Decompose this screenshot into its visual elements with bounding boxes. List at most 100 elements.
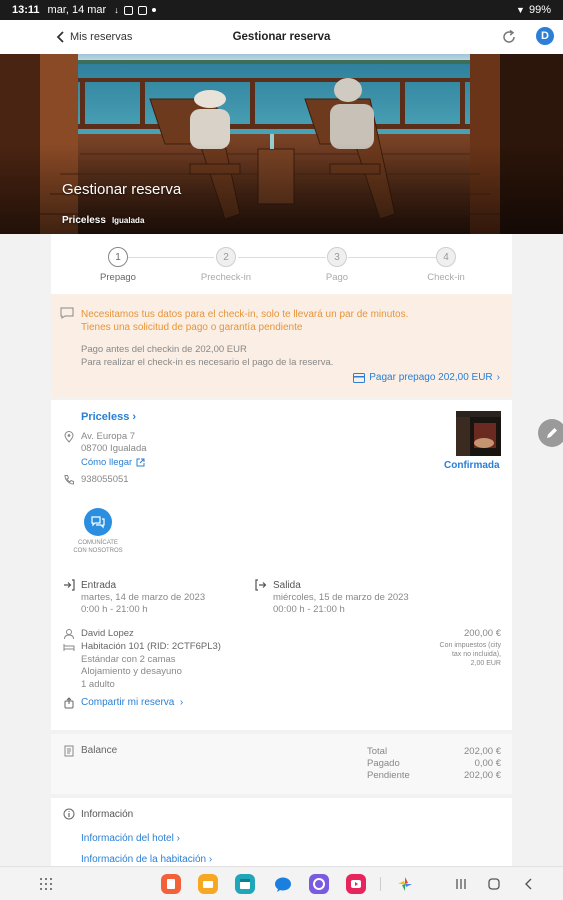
step-checkin[interactable]: 4 Check-in [406, 247, 486, 283]
directions-label: Cómo llegar [81, 457, 133, 468]
folder-app-icon[interactable] [198, 874, 218, 894]
notes-app-icon[interactable] [161, 874, 181, 894]
step-precheckin[interactable]: 2 Precheck-in [186, 247, 266, 283]
hotel-address: Av. Europa 7 08700 Igualada [81, 431, 147, 455]
tax-line: tax no incluida), [451, 651, 501, 658]
hero-photo [0, 54, 563, 234]
video-app-icon[interactable] [346, 874, 366, 894]
checkin-date: martes, 14 de marzo de 2023 [81, 592, 206, 603]
receipt-icon [64, 745, 74, 757]
tax-line: 2,00 EUR [470, 660, 501, 667]
step-number: 2 [216, 247, 236, 267]
address-line: 08700 Igualada [81, 443, 147, 454]
status-date: mar, 14 mar [47, 4, 107, 16]
occupancy: 1 adulto [81, 679, 115, 691]
balance-paid-row: Pagado 0,00 € [367, 758, 501, 769]
guest-name: David Lopez [81, 628, 134, 639]
step-pago[interactable]: 3 Pago [297, 247, 377, 283]
hotel-thumbnail [456, 411, 501, 456]
share-icon [64, 697, 74, 709]
calendar-app-icon[interactable] [235, 874, 255, 894]
hero-title: Gestionar reserva [62, 181, 182, 198]
board-type: Alojamiento y desayuno [81, 666, 182, 678]
paid-value: 0,00 € [474, 758, 501, 769]
pay-prepayment-link[interactable]: Pagar prepago 202,00 EUR › [353, 372, 500, 383]
battery-level: 99% [528, 4, 551, 16]
back-nav-icon[interactable] [522, 877, 536, 891]
step-label: Precheck-in [200, 272, 252, 283]
booking-stepper: 1 Prepago 2 Precheck-in 3 Pago 4 Check-i… [51, 234, 512, 294]
external-link-icon [136, 458, 145, 467]
booking-status: Confirmada [444, 460, 500, 471]
contact-label-line: CON NOSOTROS [73, 548, 123, 554]
hotel-photo [456, 411, 501, 456]
hotel-name-link[interactable]: Priceless › [81, 411, 136, 423]
info-icon [63, 808, 75, 820]
notice-info-line: Pago antes del checkin de 202,00 EUR [81, 344, 247, 355]
pending-value: 202,00 € [464, 770, 501, 781]
hero-city: Igualada [111, 216, 145, 225]
chevron-right-icon: › [132, 411, 137, 423]
step-number: 1 [108, 247, 128, 267]
hotel-info-label: Información del hotel [81, 833, 174, 844]
directions-link[interactable]: Cómo llegar [81, 457, 145, 468]
checkout-date: miércoles, 15 de marzo de 2023 [273, 592, 409, 603]
messages-app-icon[interactable] [273, 874, 293, 894]
share-booking-link[interactable]: Compartir mi reserva › [81, 697, 183, 708]
home-icon[interactable] [487, 877, 501, 891]
chat-icon [91, 516, 105, 529]
contact-us-button[interactable] [84, 508, 112, 536]
balance-section: Balance Total 202,00 € Pagado 0,00 € Pendi… [51, 734, 512, 794]
gallery-notification-icon [123, 5, 133, 15]
tax-line: Con impuestos (city [439, 642, 501, 649]
chevron-right-icon: › [496, 372, 500, 383]
pay-prepayment-label: Pagar prepago 202,00 EUR [369, 372, 493, 383]
chevron-right-icon: › [177, 697, 184, 708]
step-number: 3 [327, 247, 347, 267]
recent-apps-icon[interactable] [454, 877, 468, 891]
share-booking-label: Compartir mi reserva [81, 697, 175, 708]
room-type: Estándar con 2 camas [81, 653, 176, 665]
chevron-left-icon [56, 31, 64, 43]
community-app-icon[interactable] [309, 874, 329, 894]
contact-us-label: COMUNÍCATE CON NOSOTROS [61, 539, 135, 555]
room-price: 200,00 € Con impuestos (city tax no incl… [440, 628, 501, 668]
checkin-time: 0:00 h - 21:00 h [81, 604, 148, 615]
pending-notice: Necesitamos tus datos para el check-in, … [51, 294, 512, 398]
user-avatar[interactable]: D [536, 27, 554, 45]
app-drawer-icon[interactable] [39, 877, 53, 891]
checkin-icon [64, 579, 75, 591]
room-info-label: Información de la habitación [81, 854, 207, 865]
location-pin-icon [64, 431, 74, 443]
back-button[interactable]: Mis reservas [56, 31, 132, 43]
status-time: 13:11 [12, 4, 40, 16]
more-notifications-icon [151, 8, 156, 12]
price-amount: 200,00 € [464, 628, 501, 639]
room-info-link[interactable]: Información de la habitación › [81, 854, 212, 865]
checkin-label: Entrada [81, 580, 117, 591]
taskbar-divider [380, 877, 381, 891]
tax-note: Con impuestos (city tax no incluida), 2,… [440, 641, 501, 668]
status-bar: 13:11 mar, 14 mar ↓ ▼ 99% [0, 0, 563, 20]
information-section: Información Información del hotel › Info… [51, 798, 512, 868]
user-icon [64, 629, 74, 640]
refresh-icon[interactable] [500, 28, 518, 46]
photos-app-icon[interactable] [395, 874, 415, 894]
step-label: Pago [325, 272, 349, 283]
chevron-right-icon: › [208, 854, 213, 865]
step-prepago[interactable]: 1 Prepago [78, 247, 158, 283]
android-taskbar [0, 866, 563, 900]
paid-label: Pagado [367, 758, 400, 769]
room-id: Habitación 101 (RID: 2CTF6PL3) [81, 640, 221, 652]
checkout-details: miércoles, 15 de marzo de 2023 00:00 h -… [273, 592, 409, 616]
message-icon [60, 307, 74, 319]
information-label: Información [81, 809, 134, 820]
hotel-info-link[interactable]: Información del hotel › [81, 833, 180, 844]
message-notification-icon [137, 5, 147, 15]
notification-icon: ↓ [114, 5, 119, 15]
edit-floating-button[interactable] [538, 419, 563, 447]
hotel-phone[interactable]: 938055051 [81, 474, 129, 485]
chevron-right-icon: › [176, 833, 180, 844]
hotel-name: Priceless [81, 411, 130, 423]
wifi-icon: ▼ [516, 5, 525, 15]
